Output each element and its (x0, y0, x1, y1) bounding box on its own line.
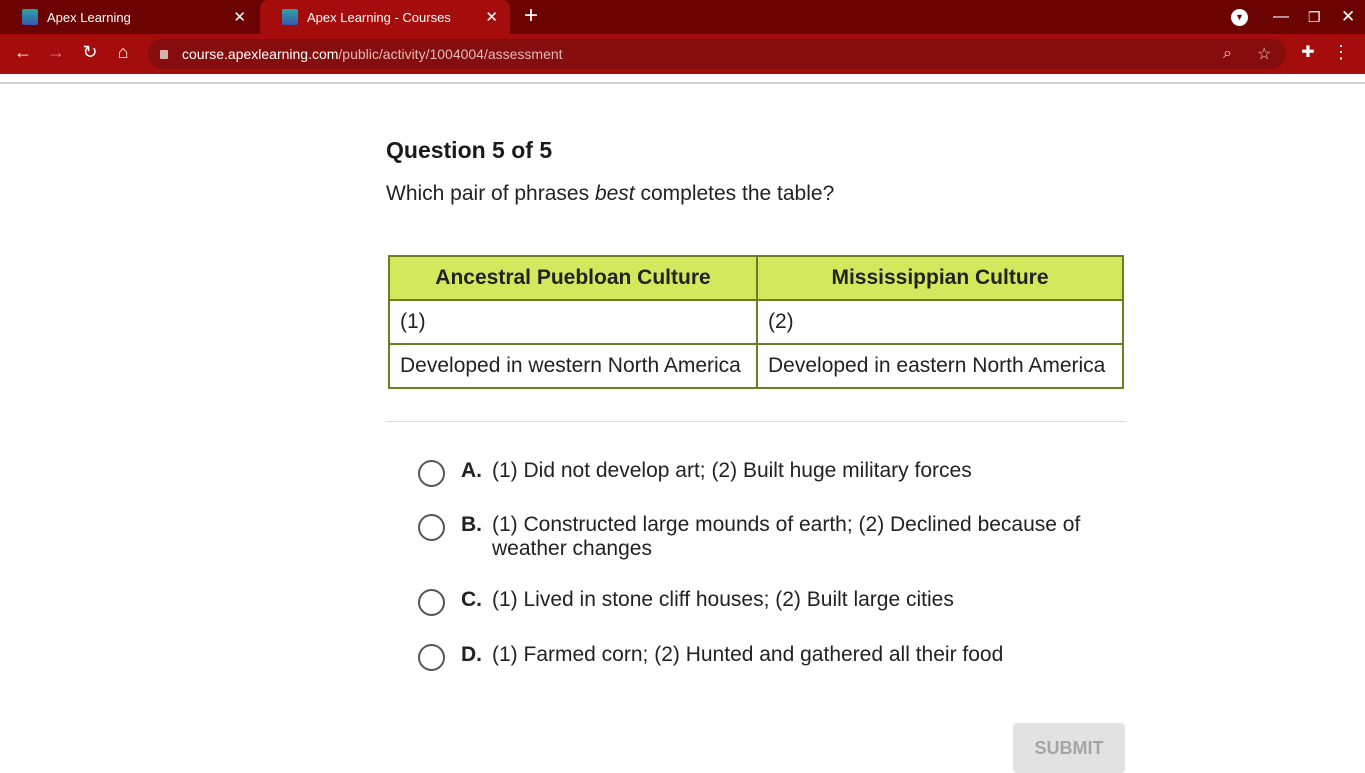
home-icon[interactable]: ⌂ (111, 42, 135, 63)
tab-apex-courses[interactable]: Apex Learning - Courses ✕ (260, 0, 510, 34)
address-bar[interactable]: course.apexlearning.com/public/activity/… (148, 39, 1286, 69)
apex-favicon-icon (282, 9, 298, 25)
culture-table: Ancestral Puebloan Culture Mississippian… (388, 255, 1124, 389)
browser-toolbar: ← → ↻ ⌂ course.apexlearning.com/public/a… (0, 34, 1365, 74)
url-host: course.apexlearning.com (182, 46, 339, 62)
menu-icon[interactable]: ⋮ (1329, 42, 1353, 63)
option-letter: D. (461, 643, 482, 666)
tab-bar: Apex Learning ✕ Apex Learning - Courses … (0, 0, 1365, 34)
table-row: (1) (2) (388, 299, 1124, 345)
back-icon[interactable]: ← (11, 42, 35, 63)
table-cell: Developed in western North America (388, 343, 758, 389)
divider (386, 421, 1126, 422)
option-a[interactable]: A. (1) Did not develop art; (2) Built hug… (418, 459, 1118, 487)
table-header-row: Ancestral Puebloan Culture Mississippian… (388, 255, 1124, 301)
url-path: /public/activity/1004004/assessment (338, 46, 563, 62)
table-row: Developed in western North America Devel… (388, 343, 1124, 389)
tab-label: Apex Learning - Courses (307, 9, 451, 25)
option-c[interactable]: C. (1) Lived in stone cliff houses; (2) B… (418, 588, 1118, 616)
forward-icon[interactable]: → (44, 42, 68, 63)
option-d[interactable]: D. (1) Farmed corn; (2) Hunted and gather… (418, 643, 1118, 671)
question-text-part: Which pair of phrases (386, 182, 595, 205)
radio-button[interactable] (418, 460, 445, 487)
submit-button[interactable]: SUBMIT (1013, 723, 1125, 773)
new-tab-icon[interactable]: + (524, 4, 538, 28)
page-divider (0, 74, 1365, 84)
table-header: Mississippian Culture (756, 255, 1124, 301)
question-text: Which pair of phrases best completes the… (386, 182, 834, 206)
lock-icon (160, 49, 168, 59)
table-header: Ancestral Puebloan Culture (388, 255, 758, 301)
option-letter: C. (461, 588, 482, 611)
table-cell: (2) (756, 299, 1124, 345)
tab-label: Apex Learning (47, 9, 131, 25)
close-tab-icon[interactable]: ✕ (485, 8, 498, 26)
question-emphasis: best (594, 182, 635, 205)
restore-icon[interactable]: ❐ (1308, 0, 1321, 34)
question-title: Question 5 of 5 (386, 137, 553, 163)
question-text-part: completes the table? (634, 182, 835, 205)
radio-button[interactable] (418, 514, 445, 541)
option-letter: B. (461, 513, 482, 536)
option-b[interactable]: B. (1) Constructed large mounds of earth;… (418, 513, 1118, 561)
reload-icon[interactable]: ↻ (78, 42, 102, 63)
extensions-icon[interactable]: ✚ (1296, 42, 1320, 62)
option-text: (1) Lived in stone cliff houses; (2) Bui… (492, 588, 954, 611)
option-letter: A. (461, 459, 482, 482)
close-window-icon[interactable]: ✕ (1341, 0, 1355, 34)
table-cell: Developed in eastern North America (756, 343, 1124, 389)
tab-apex-learning[interactable]: Apex Learning ✕ (0, 0, 258, 34)
apex-favicon-icon (22, 9, 38, 25)
option-text: (1) Constructed large mounds of earth; (… (492, 513, 1081, 560)
option-text: (1) Did not develop art; (2) Built huge … (492, 459, 972, 482)
zoom-icon[interactable]: ⌕ (1223, 45, 1232, 63)
bookmark-star-icon[interactable]: ☆ (1257, 44, 1271, 64)
radio-button[interactable] (418, 644, 445, 671)
close-tab-icon[interactable]: ✕ (233, 8, 246, 26)
minimize-icon[interactable]: — (1273, 0, 1289, 34)
radio-button[interactable] (418, 589, 445, 616)
tab-search-icon[interactable]: ▼ (1231, 0, 1248, 34)
table-cell: (1) (388, 299, 758, 345)
option-text: (1) Farmed corn; (2) Hunted and gathered… (492, 643, 1004, 666)
